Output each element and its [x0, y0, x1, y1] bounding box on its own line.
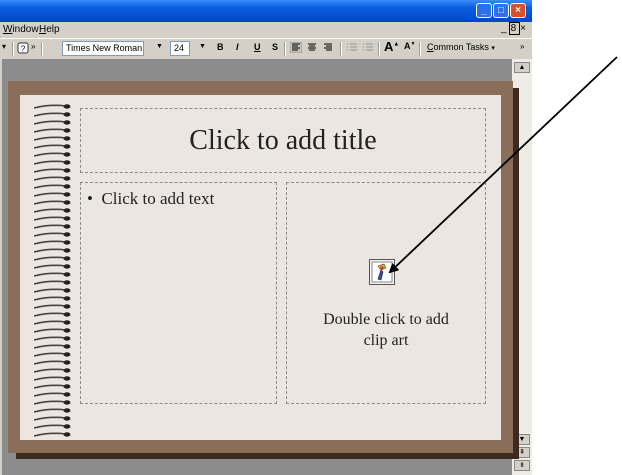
- spiral-ring: [33, 120, 71, 125]
- spiral-ring: [33, 296, 71, 301]
- spiral-ring: [33, 144, 71, 149]
- close-button[interactable]: ×: [510, 3, 526, 18]
- spiral-ring: [33, 360, 71, 365]
- clipart-placeholder-text: Double click to add clip art: [323, 311, 449, 349]
- spiral-ring: [33, 104, 71, 109]
- font-name-select[interactable]: Times New Roman: [62, 41, 144, 56]
- toolbar-separator: [284, 42, 286, 56]
- spiral-ring: [33, 184, 71, 189]
- spiral-ring: [33, 344, 71, 349]
- spiral-ring: [33, 288, 71, 293]
- toolbar-separator: [378, 42, 380, 56]
- help-icon[interactable]: ?: [17, 42, 29, 56]
- spiral-ring: [33, 352, 71, 357]
- spiral-ring: [33, 264, 71, 269]
- spiral-ring: [33, 336, 71, 341]
- spiral-ring: [33, 432, 71, 437]
- spiral-ring: [33, 216, 71, 221]
- chevron-down-icon[interactable]: ▼: [156, 43, 163, 50]
- spiral-ring: [33, 200, 71, 205]
- align-right-icon[interactable]: [322, 42, 334, 55]
- bullet-list-icon[interactable]: [362, 42, 374, 55]
- spiral-ring: [33, 280, 71, 285]
- spiral-ring: [33, 112, 71, 117]
- spiral-ring: [33, 384, 71, 389]
- decrease-font-size-button[interactable]: A▼: [404, 41, 415, 51]
- spiral-ring: [33, 208, 71, 213]
- menu-help[interactable]: Help: [39, 24, 60, 35]
- increase-font-size-button[interactable]: A▲: [384, 39, 399, 54]
- chevron-down-icon[interactable]: ▼: [199, 43, 206, 50]
- spiral-ring: [33, 224, 71, 229]
- toolbar-separator: [12, 42, 14, 56]
- spiral-ring: [33, 408, 71, 413]
- spiral-ring: [33, 424, 71, 429]
- body-placeholder-text: • Click to add text: [87, 189, 215, 208]
- minimize-button[interactable]: _: [476, 3, 492, 18]
- toolbar-separator: [340, 42, 342, 56]
- spiral-ring: [33, 272, 71, 277]
- font-size-select[interactable]: 24: [170, 41, 190, 56]
- spiral-ring: [33, 328, 71, 333]
- spiral-ring: [33, 320, 71, 325]
- title-bar: _ □ ×: [0, 0, 532, 22]
- clipart-icon[interactable]: [369, 259, 395, 285]
- align-center-icon[interactable]: [306, 42, 318, 55]
- spiral-ring: [33, 416, 71, 421]
- menu-bar: Window Help _ 8 ×: [0, 22, 532, 38]
- formatting-toolbar: ▾ ? » Times New Roman ▼ 24 ▼ B I U S A▲ …: [0, 38, 532, 59]
- spiral-ring: [33, 368, 71, 373]
- title-placeholder[interactable]: Click to add title: [80, 108, 486, 173]
- spiral-ring: [33, 304, 71, 309]
- spiral-ring: [33, 256, 71, 261]
- spiral-ring: [33, 240, 71, 245]
- scroll-up-button[interactable]: ▲: [514, 62, 530, 73]
- next-slide-button[interactable]: ⇟: [514, 460, 530, 471]
- title-placeholder-text: Click to add title: [189, 125, 377, 156]
- document-window-controls[interactable]: _ 8 ×: [501, 22, 528, 35]
- toolbar-overflow-icon[interactable]: »: [31, 42, 35, 51]
- toolbar-separator: [419, 42, 421, 56]
- spiral-ring: [33, 136, 71, 141]
- align-left-icon[interactable]: [289, 41, 303, 55]
- toolbar-dropdown-arrow[interactable]: ▾: [2, 42, 6, 51]
- common-tasks-button[interactable]: Common Tasks ▾: [427, 42, 495, 52]
- shadow-button[interactable]: S: [272, 42, 278, 52]
- body-placeholder[interactable]: • Click to add text: [80, 182, 277, 404]
- maximize-button[interactable]: □: [493, 3, 509, 18]
- svg-text:?: ?: [21, 45, 26, 54]
- spiral-ring: [33, 176, 71, 181]
- toolbar-separator: [41, 42, 43, 56]
- menu-window[interactable]: Window: [3, 24, 39, 35]
- spiral-ring: [33, 376, 71, 381]
- spiral-ring: [33, 160, 71, 165]
- spiral-binding: [33, 104, 71, 437]
- clipart-placeholder[interactable]: Double click to add clip art: [286, 182, 486, 404]
- italic-button[interactable]: I: [236, 42, 239, 52]
- spiral-ring: [33, 168, 71, 173]
- underline-button[interactable]: U: [254, 42, 261, 52]
- bold-button[interactable]: B: [217, 42, 224, 52]
- spiral-ring: [33, 312, 71, 317]
- spiral-ring: [33, 400, 71, 405]
- numbered-list-icon[interactable]: [346, 42, 358, 55]
- toolbar-options-icon[interactable]: »: [520, 42, 524, 51]
- spiral-ring: [33, 152, 71, 157]
- spiral-ring: [33, 392, 71, 397]
- spiral-ring: [33, 192, 71, 197]
- spiral-ring: [33, 128, 71, 133]
- spiral-ring: [33, 248, 71, 253]
- spiral-ring: [33, 232, 71, 237]
